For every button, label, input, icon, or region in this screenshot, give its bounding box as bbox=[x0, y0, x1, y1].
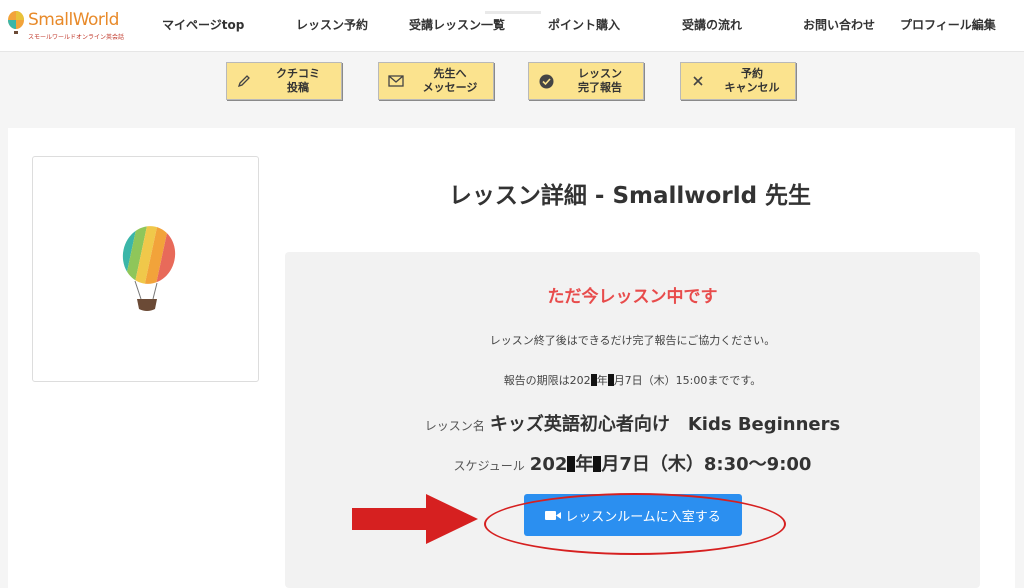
check-circle-icon bbox=[529, 74, 557, 89]
nav-item-lesson-flow[interactable]: 受講の流れ bbox=[682, 16, 742, 33]
schedule-mid: 年 bbox=[575, 454, 594, 475]
balloon-logo-icon bbox=[8, 11, 24, 34]
envelope-icon bbox=[379, 75, 407, 87]
hot-air-balloon-icon bbox=[117, 225, 181, 311]
message-teacher-button[interactable]: 先生へ メッセージ bbox=[378, 62, 494, 100]
schedule-prefix: 202 bbox=[529, 454, 568, 475]
x-icon bbox=[681, 75, 709, 87]
page-title: レッスン詳細 - Smallworld 先生 bbox=[448, 183, 812, 209]
lesson-complete-report-label: レッスン 完了報告 bbox=[578, 67, 622, 94]
post-review-button[interactable]: クチコミ 投稿 bbox=[226, 62, 342, 100]
logo-text: SmallWorld bbox=[28, 10, 119, 30]
red-arrow-annotation bbox=[352, 494, 478, 544]
lesson-name-value: キッズ英語初心者向け Kids Beginners bbox=[489, 414, 841, 435]
schedule-suffix: 月7日（木）8:30〜9:00 bbox=[601, 454, 812, 475]
lesson-complete-report-button[interactable]: レッスン 完了報告 bbox=[528, 62, 644, 100]
report-deadline-note: 報告の期限は202 年月7日（木）15:00までです。 bbox=[285, 372, 980, 388]
schedule-label: スケジュール bbox=[453, 459, 525, 473]
nav-item-lesson-list[interactable]: 受講レッスン一覧 bbox=[409, 16, 505, 33]
lesson-status: ただ今レッスン中です bbox=[547, 287, 718, 307]
nav-item-mypage-top[interactable]: マイページtop bbox=[162, 16, 244, 33]
site-logo[interactable]: SmallWorld スモールワールドオンライン英会話 bbox=[6, 8, 124, 44]
red-circle-annotation bbox=[484, 493, 786, 555]
schedule-row: スケジュール 202 年月7日（木）8:30〜9:00 bbox=[285, 450, 980, 476]
post-review-label: クチコミ 投稿 bbox=[276, 67, 320, 94]
deadline-suffix: 月7日（木）15:00までです。 bbox=[613, 374, 762, 387]
nav-item-edit-profile[interactable]: プロフィール編集 bbox=[900, 16, 996, 33]
logo-tagline: スモールワールドオンライン英会話 bbox=[28, 34, 125, 41]
pencil-icon bbox=[227, 74, 255, 88]
cancel-booking-button[interactable]: 予約 キャンセル bbox=[680, 62, 796, 100]
teacher-avatar bbox=[32, 156, 259, 382]
nav-item-lesson-booking[interactable]: レッスン予約 bbox=[296, 16, 368, 33]
lesson-name-row: レッスン名 キッズ英語初心者向け Kids Beginners bbox=[285, 410, 980, 436]
deadline-mid: 年 bbox=[596, 374, 608, 387]
site-header: SmallWorld スモールワールドオンライン英会話 マイページtop レッス… bbox=[0, 0, 1024, 52]
deadline-prefix: 報告の期限は202 bbox=[503, 374, 591, 387]
message-teacher-label: 先生へ メッセージ bbox=[422, 67, 478, 94]
report-request-note: レッスン終了後はできるだけ完了報告にご協力ください。 bbox=[489, 334, 776, 347]
nav-active-indicator bbox=[485, 11, 541, 14]
cancel-booking-label: 予約 キャンセル bbox=[724, 67, 780, 94]
nav-item-contact[interactable]: お問い合わせ bbox=[803, 16, 875, 33]
nav-item-buy-points[interactable]: ポイント購入 bbox=[548, 16, 620, 33]
lesson-name-label: レッスン名 bbox=[424, 419, 485, 433]
schedule-value: 202 年月7日（木）8:30〜9:00 bbox=[530, 454, 812, 475]
